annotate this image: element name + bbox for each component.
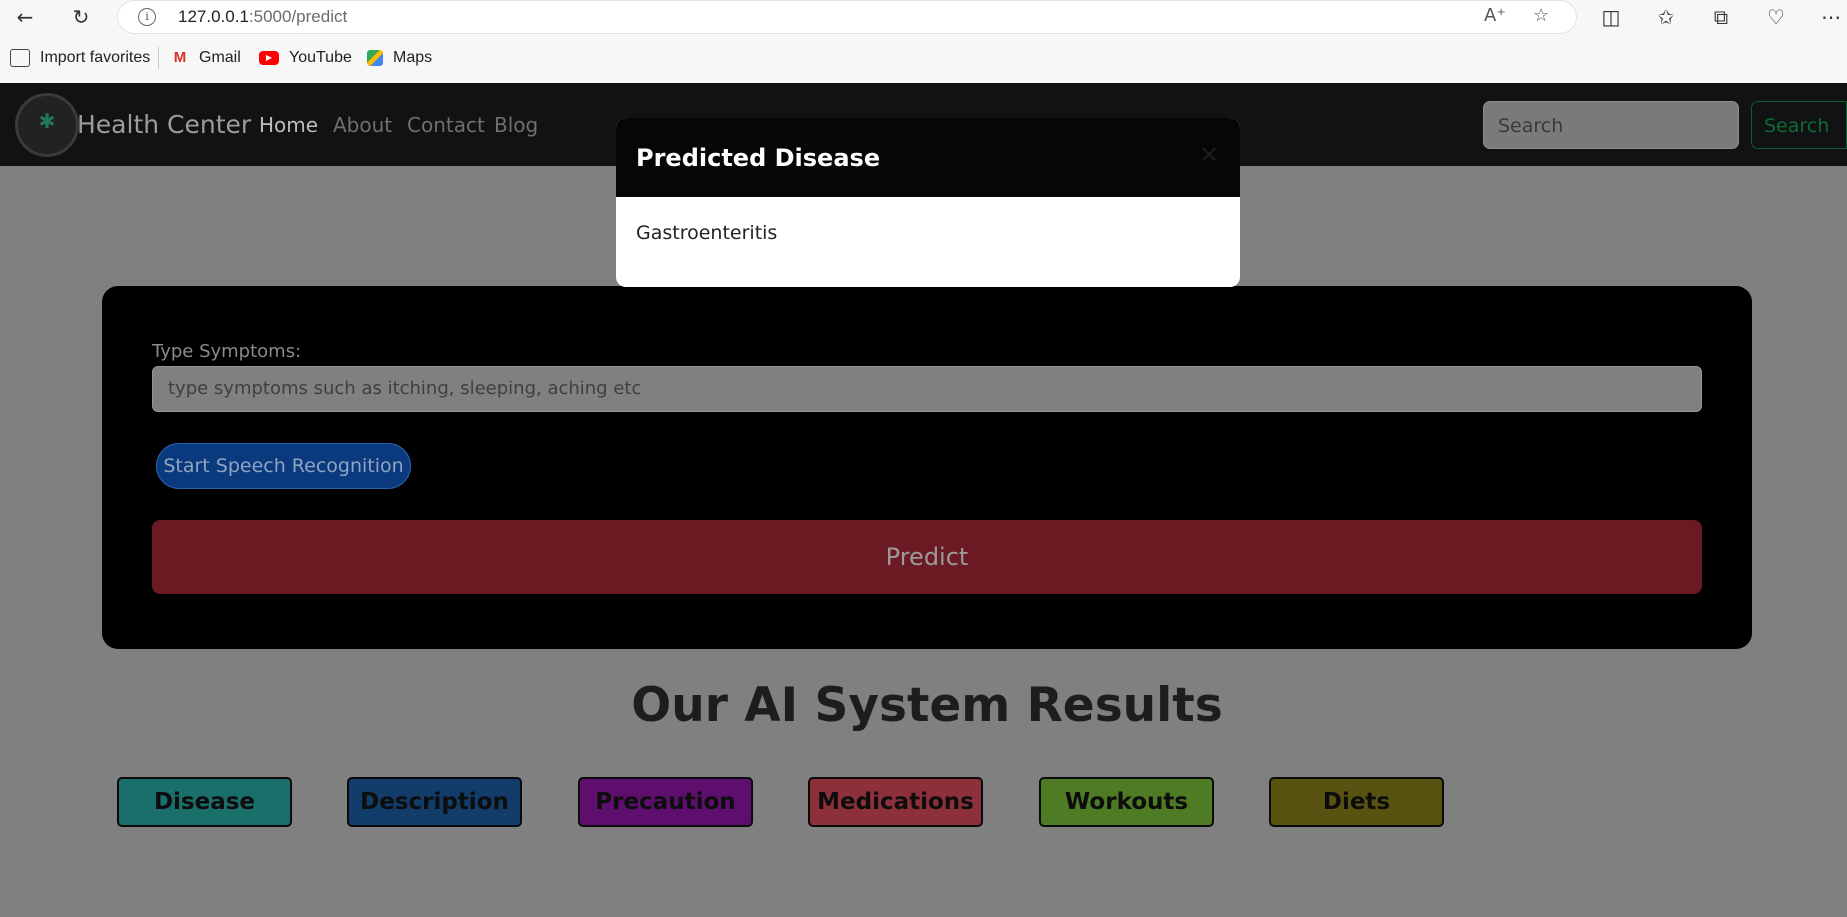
nav-search-button[interactable]: Search [1751,101,1847,149]
symptom-form-card: Type Symptoms: type symptoms such as itc… [102,286,1752,649]
maps-icon [367,50,383,66]
nav-link-contact[interactable]: Contact [407,113,485,137]
bookmark-maps[interactable]: Maps [367,49,432,67]
nav-search-input[interactable]: Search [1483,101,1739,149]
diets-button[interactable]: Diets [1269,777,1444,827]
browser-health-icon[interactable]: ♡ [1763,4,1789,30]
read-aloud-icon[interactable]: A⁺ [1484,5,1506,26]
description-button[interactable]: Description [347,777,522,827]
address-bar[interactable]: i 127.0.0.1:5000/predict A⁺ ☆ [118,1,1576,33]
predict-button[interactable]: Predict [152,520,1702,594]
bookmark-import-favorites[interactable]: Import favorites [10,49,150,67]
bookmark-gmail[interactable]: M Gmail [171,49,241,67]
workouts-button[interactable]: Workouts [1039,777,1214,827]
bookmark-label: Import favorites [40,49,151,66]
medications-button[interactable]: Medications [808,777,983,827]
disease-button[interactable]: Disease [117,777,292,827]
bookmarks-bar: Import favorites M Gmail ▶ YouTube Maps [0,34,1847,84]
favorites-icon[interactable]: ✩ [1653,4,1679,30]
nav-link-blog[interactable]: Blog [494,113,538,137]
bookmark-separator [158,47,159,69]
predicted-disease-text: Gastroenteritis [636,222,778,244]
precaution-button[interactable]: Precaution [578,777,753,827]
logo-figure-icon: ✱ [38,109,56,133]
import-icon [10,49,30,67]
more-menu-icon[interactable]: ⋯ [1818,4,1844,30]
favorite-star-icon[interactable]: ☆ [1533,5,1549,26]
bookmark-label: Maps [393,49,433,66]
back-arrow-icon[interactable]: ← [12,4,38,30]
youtube-icon: ▶ [259,51,279,65]
site-logo[interactable]: ✱ [15,93,79,157]
symptoms-input[interactable]: type symptoms such as itching, sleeping,… [152,366,1702,412]
site-info-icon[interactable]: i [138,8,156,26]
collections-icon[interactable]: ⧉ [1708,4,1734,30]
url-host: 127.0.0.1 [178,7,249,26]
symptoms-label: Type Symptoms: [152,341,302,362]
bookmark-label: YouTube [289,49,352,66]
speech-recognition-button[interactable]: Start Speech Recognition [156,443,411,489]
results-title: Our AI System Results [631,678,1223,733]
bookmark-label: Gmail [199,49,241,66]
url-text: 127.0.0.1:5000/predict [178,7,347,27]
bookmark-youtube[interactable]: ▶ YouTube [259,49,352,67]
modal-header: Predicted Disease ✕ [616,118,1240,197]
close-icon[interactable]: ✕ [1194,140,1224,170]
gmail-icon: M [173,49,187,66]
browser-toolbar: ← ↻ i 127.0.0.1:5000/predict A⁺ ☆ ◫ ✩ ⧉ … [0,0,1847,34]
nav-link-home[interactable]: Home [259,113,318,137]
refresh-icon[interactable]: ↻ [68,4,94,30]
prediction-modal: Predicted Disease ✕ Gastroenteritis [616,118,1240,287]
modal-title: Predicted Disease [636,144,881,172]
nav-link-about[interactable]: About [333,113,392,137]
site-brand[interactable]: Health Center [77,110,251,139]
url-path: :5000/predict [248,7,348,26]
split-screen-icon[interactable]: ◫ [1598,4,1624,30]
